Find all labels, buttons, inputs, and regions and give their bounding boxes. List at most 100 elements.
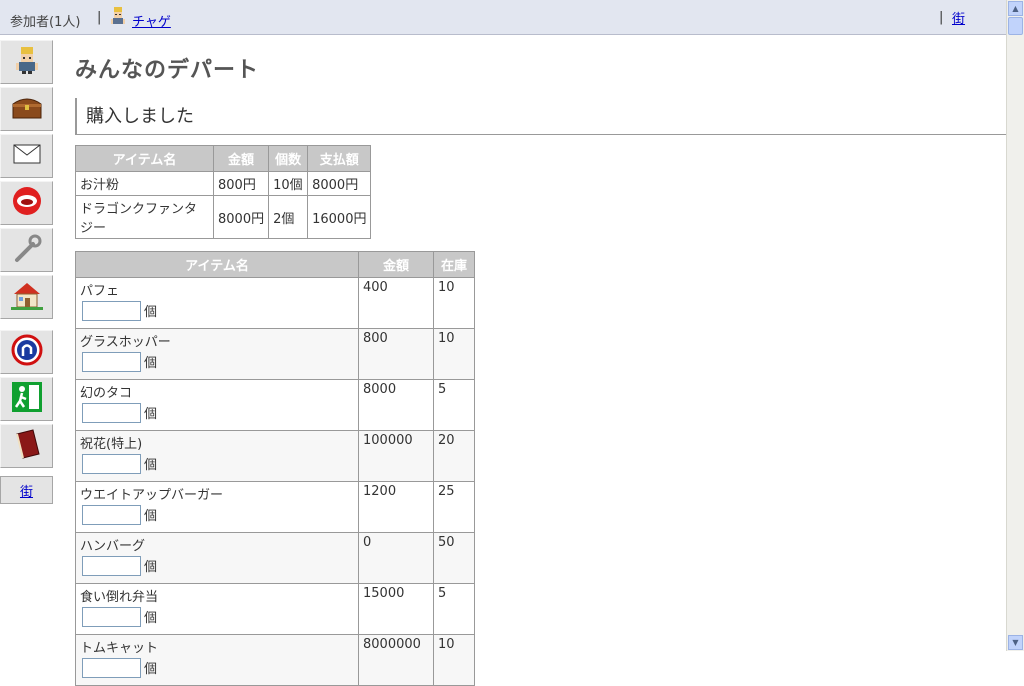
separator: | bbox=[97, 10, 102, 25]
nav-mouth-button[interactable] bbox=[0, 181, 53, 225]
quantity-input[interactable] bbox=[82, 556, 141, 576]
user-name-link[interactable]: チャゲ bbox=[132, 11, 171, 30]
stock-table: アイテム名 金額 在庫 パフェ個 400 10 グラスホッパー個 800 10 幻のタコ個 8… bbox=[75, 251, 475, 686]
mail-icon bbox=[13, 144, 41, 168]
purchased-header-total: 支払額 bbox=[307, 145, 372, 172]
exit-icon bbox=[11, 381, 43, 417]
user-avatar-icon bbox=[110, 6, 126, 30]
stock-item-name: トムキャット bbox=[80, 641, 159, 656]
book-icon bbox=[11, 428, 43, 464]
stock-item-price: 100000 bbox=[358, 430, 434, 482]
stock-row: 幻のタコ個 8000 5 bbox=[75, 379, 475, 431]
stock-header-price: 金額 bbox=[358, 251, 434, 278]
qty-unit-label: 個 bbox=[144, 355, 158, 371]
quantity-input[interactable] bbox=[82, 658, 141, 678]
stock-item-stock: 5 bbox=[433, 583, 475, 635]
qty-wrap: 個 bbox=[80, 656, 354, 678]
qty-unit-label: 個 bbox=[144, 661, 158, 677]
stock-item-cell: パフェ個 bbox=[75, 277, 359, 329]
stock-item-stock: 10 bbox=[433, 328, 475, 380]
stock-row: ハンバーグ個 0 50 bbox=[75, 532, 475, 584]
scroll-down-arrow-icon[interactable]: ▼ bbox=[1008, 635, 1023, 650]
qty-wrap: 個 bbox=[80, 503, 354, 525]
quantity-input[interactable] bbox=[82, 454, 141, 474]
stock-item-name: パフェ bbox=[80, 284, 120, 299]
purchased-row: ドラゴンクファンタジー 8000円 2個 16000円 bbox=[75, 195, 372, 239]
top-user: チャゲ bbox=[110, 5, 171, 30]
purchased-item-name: ドラゴンクファンタジー bbox=[75, 195, 214, 239]
quantity-input[interactable] bbox=[82, 352, 141, 372]
nav-town-link[interactable]: 街 bbox=[20, 481, 33, 500]
purchased-header-item: アイテム名 bbox=[75, 145, 214, 172]
stock-item-cell: 祝花(特上) 個 bbox=[75, 430, 359, 482]
stock-item-stock: 25 bbox=[433, 481, 475, 533]
qty-wrap: 個 bbox=[80, 299, 354, 321]
purchased-item-name: お汁粉 bbox=[75, 171, 214, 196]
qty-wrap: 個 bbox=[80, 350, 354, 372]
stock-item-name: 幻のタコ bbox=[80, 386, 133, 401]
stock-item-stock: 5 bbox=[433, 379, 475, 431]
wrench-icon bbox=[11, 232, 43, 268]
stock-item-cell: トムキャット個 bbox=[75, 634, 359, 686]
nav-wrench-button[interactable] bbox=[0, 228, 53, 272]
quantity-input[interactable] bbox=[82, 607, 141, 627]
purchased-header-price: 金額 bbox=[212, 145, 270, 172]
scroll-thumb[interactable] bbox=[1008, 17, 1023, 35]
purchased-header-qty: 個数 bbox=[268, 145, 309, 172]
nav-chest-button[interactable] bbox=[0, 87, 53, 131]
qty-unit-label: 個 bbox=[144, 457, 158, 473]
quantity-input[interactable] bbox=[82, 403, 141, 423]
nav-exit-button[interactable] bbox=[0, 377, 53, 421]
qty-wrap: 個 bbox=[80, 401, 354, 423]
stock-item-cell: 食い倒れ弁当個 bbox=[75, 583, 359, 635]
purchased-item-total: 16000円 bbox=[307, 195, 372, 239]
quantity-input[interactable] bbox=[82, 505, 141, 525]
nav-mail-button[interactable] bbox=[0, 134, 53, 178]
nav-character-button[interactable] bbox=[0, 40, 53, 84]
stock-item-cell: ハンバーグ個 bbox=[75, 532, 359, 584]
vertical-scrollbar[interactable]: ▲ ▼ bbox=[1006, 0, 1024, 651]
main-content: みんなのデパート 購入しました アイテム名 金額 個数 支払額 お汁粉 800円… bbox=[75, 50, 1008, 686]
qty-unit-label: 個 bbox=[144, 610, 158, 626]
nav-town-button[interactable]: 街 bbox=[0, 476, 53, 504]
qty-unit-label: 個 bbox=[144, 304, 158, 320]
qty-wrap: 個 bbox=[80, 452, 354, 474]
qty-wrap: 個 bbox=[80, 605, 354, 627]
stock-row: グラスホッパー個 800 10 bbox=[75, 328, 475, 380]
stock-item-cell: グラスホッパー個 bbox=[75, 328, 359, 380]
nav-book-button[interactable] bbox=[0, 424, 53, 468]
stock-row: 食い倒れ弁当個 15000 5 bbox=[75, 583, 475, 635]
stock-item-name: ウエイトアップバーガー bbox=[80, 488, 224, 503]
top-bar: 参加者(1人) | チャゲ | 街 bbox=[0, 0, 1007, 35]
stock-item-stock: 20 bbox=[433, 430, 475, 482]
nav-house-button[interactable] bbox=[0, 275, 53, 319]
quantity-input[interactable] bbox=[82, 301, 141, 321]
town-link[interactable]: 街 bbox=[952, 8, 965, 27]
mouth-icon bbox=[11, 185, 43, 221]
left-nav: 街 bbox=[0, 40, 53, 504]
stock-item-price: 1200 bbox=[358, 481, 434, 533]
stock-item-name: ハンバーグ bbox=[80, 539, 146, 554]
house-icon bbox=[10, 280, 43, 314]
purchased-item-price: 8000円 bbox=[212, 195, 270, 239]
stock-item-price: 800 bbox=[358, 328, 434, 380]
purchased-item-qty: 10個 bbox=[268, 171, 309, 196]
stock-item-price: 400 bbox=[358, 277, 434, 329]
stock-item-name: 祝花(特上) bbox=[80, 437, 143, 452]
stock-item-name: 食い倒れ弁当 bbox=[80, 590, 159, 605]
purchased-row: お汁粉 800円 10個 8000円 bbox=[75, 171, 372, 196]
stock-item-stock: 10 bbox=[433, 277, 475, 329]
stock-item-stock: 50 bbox=[433, 532, 475, 584]
stock-row: 祝花(特上) 個 100000 20 bbox=[75, 430, 475, 482]
separator-right: | bbox=[939, 10, 944, 25]
stock-item-price: 0 bbox=[358, 532, 434, 584]
qty-unit-label: 個 bbox=[144, 508, 158, 524]
nav-back-button[interactable] bbox=[0, 330, 53, 374]
stock-item-cell: ウエイトアップバーガー個 bbox=[75, 481, 359, 533]
character-icon bbox=[15, 45, 39, 79]
stock-item-price: 8000000 bbox=[358, 634, 434, 686]
treasure-chest-icon bbox=[11, 94, 43, 124]
stock-row: ウエイトアップバーガー個 1200 25 bbox=[75, 481, 475, 533]
purchased-item-total: 8000円 bbox=[307, 171, 372, 196]
scroll-up-arrow-icon[interactable]: ▲ bbox=[1008, 1, 1023, 16]
